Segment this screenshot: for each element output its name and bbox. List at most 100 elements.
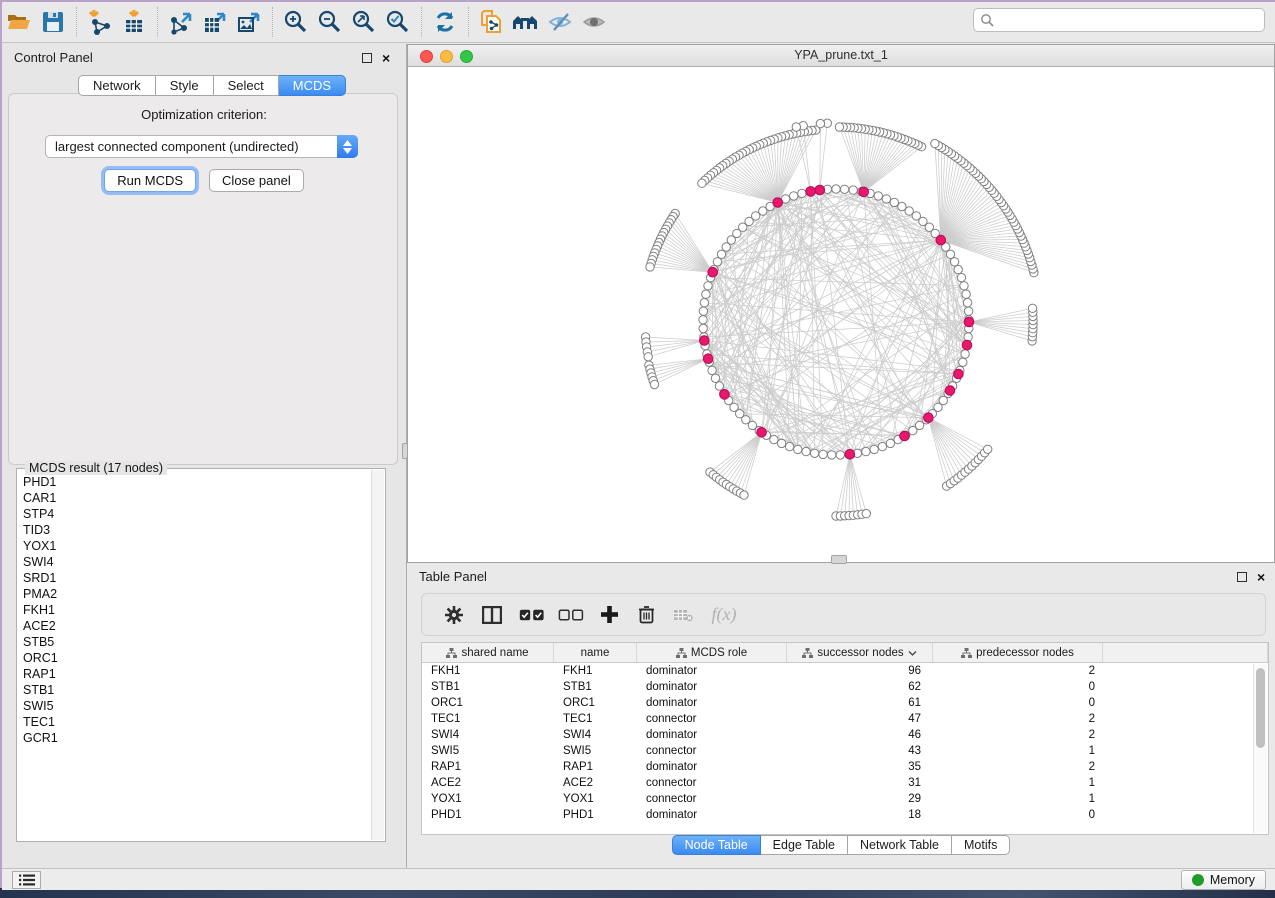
mcds-result-item[interactable]: ORC1 [18, 650, 371, 666]
mcds-result-item[interactable]: ACE2 [18, 618, 371, 634]
network-canvas[interactable] [408, 67, 1274, 563]
table-row[interactable]: ORC1ORC1dominator610 [422, 695, 1268, 711]
table-cell: RAP1 [554, 759, 637, 775]
import-table-icon[interactable] [117, 6, 151, 38]
table-scrollbar-thumb[interactable] [1256, 668, 1265, 748]
mcds-result-item[interactable]: SWI5 [18, 698, 371, 714]
refresh-icon[interactable] [428, 6, 462, 38]
copy-share-icon[interactable] [475, 6, 509, 38]
close-table-panel-icon[interactable]: × [1257, 572, 1265, 582]
close-panel-button[interactable]: Close panel [209, 169, 304, 192]
tab-select[interactable]: Select [214, 75, 279, 96]
table-row[interactable]: SWI4SWI4dominator462 [422, 727, 1268, 743]
delete-table-icon-disabled [665, 599, 701, 631]
mcds-result-item[interactable]: GCR1 [18, 730, 371, 746]
table-row[interactable]: PHD1PHD1dominator180 [422, 807, 1268, 823]
network-window-title: YPA_prune.txt_1 [408, 48, 1274, 62]
close-panel-icon[interactable]: × [382, 53, 390, 63]
table-cell [1103, 679, 1268, 695]
table-cell: ORC1 [422, 695, 554, 711]
table-cell: STB1 [422, 679, 554, 695]
list-icon [19, 874, 35, 886]
first-neighbors-icon[interactable] [509, 6, 543, 38]
mcds-list-scrollbar[interactable] [371, 470, 384, 840]
table-row[interactable]: RAP1RAP1dominator352 [422, 759, 1268, 775]
tab-edge-table[interactable]: Edge Table [761, 835, 848, 855]
column-header-name[interactable]: name [554, 643, 637, 662]
export-network-icon[interactable] [164, 6, 198, 38]
zoom-in-icon[interactable] [279, 6, 313, 38]
column-header-successor-nodes[interactable]: successor nodes [787, 643, 933, 662]
table-row[interactable]: FKH1FKH1dominator962 [422, 663, 1268, 679]
mcds-result-item[interactable]: STB1 [18, 682, 371, 698]
export-image-icon[interactable] [232, 6, 266, 38]
mcds-result-item[interactable]: STP4 [18, 506, 371, 522]
column-header-MCDS-role[interactable]: MCDS role [637, 643, 787, 662]
mcds-result-item[interactable]: YOX1 [18, 538, 371, 554]
export-table-icon[interactable] [198, 6, 232, 38]
table-cell [1103, 695, 1268, 711]
table-cell: YOX1 [554, 791, 637, 807]
table-divider-handle[interactable] [831, 555, 847, 564]
tab-style[interactable]: Style [156, 75, 214, 96]
import-network-icon[interactable] [83, 6, 117, 38]
mcds-result-item[interactable]: RAP1 [18, 666, 371, 682]
tab-motifs[interactable]: Motifs [952, 835, 1010, 855]
select-all-icon[interactable] [512, 599, 552, 631]
mcds-result-item[interactable]: SRD1 [18, 570, 371, 586]
table-cell: 35 [787, 759, 933, 775]
float-panel-icon[interactable] [362, 53, 372, 63]
table-cell: 96 [787, 663, 933, 679]
show-all-eye-icon[interactable] [577, 6, 611, 38]
create-column-plus-icon[interactable] [590, 599, 628, 631]
table-scrollbar[interactable] [1253, 664, 1267, 833]
control-panel-tabs: Network Style Select MCDS [78, 75, 346, 96]
tab-network-table[interactable]: Network Table [848, 835, 952, 855]
column-header-shared-name[interactable]: shared name [422, 643, 554, 662]
table-row[interactable]: SWI5SWI5connector431 [422, 743, 1268, 759]
mcds-result-item[interactable]: SWI4 [18, 554, 371, 570]
open-file-icon[interactable] [2, 6, 36, 38]
search-box[interactable] [973, 8, 1265, 32]
table-row[interactable]: STB1STB1dominator620 [422, 679, 1268, 695]
deselect-all-icon[interactable] [552, 599, 590, 631]
table-row[interactable]: YOX1YOX1connector291 [422, 791, 1268, 807]
mcds-result-item[interactable]: CAR1 [18, 490, 371, 506]
toolbar-separator [76, 7, 77, 37]
table-row[interactable]: TEC1TEC1connector472 [422, 711, 1268, 727]
mcds-result-list[interactable]: PHD1CAR1STP4TID3YOX1SWI4SRD1PMA2FKH1ACE2… [18, 470, 371, 840]
run-mcds-button[interactable]: Run MCDS [104, 169, 196, 192]
hide-selected-eye-icon[interactable] [543, 6, 577, 38]
table-cell: 46 [787, 727, 933, 743]
mcds-result-item[interactable]: TEC1 [18, 714, 371, 730]
zoom-selected-icon[interactable] [381, 6, 415, 38]
table-cell: YOX1 [422, 791, 554, 807]
tree-column-icon [802, 648, 813, 658]
tab-network[interactable]: Network [78, 75, 156, 96]
tab-node-table[interactable]: Node Table [672, 835, 761, 855]
column-header-predecessor-nodes[interactable]: predecessor nodes [933, 643, 1103, 662]
tab-mcds[interactable]: MCDS [279, 75, 346, 96]
column-header-filler [1103, 643, 1268, 662]
table-cell: SWI4 [422, 727, 554, 743]
table-row[interactable]: ACE2ACE2connector311 [422, 775, 1268, 791]
save-icon[interactable] [36, 6, 70, 38]
optimization-criterion-dropdown[interactable]: largest connected component (undirected) [45, 135, 358, 158]
mcds-result-item[interactable]: PHD1 [18, 474, 371, 490]
table-settings-gear-icon[interactable] [436, 599, 472, 631]
delete-column-trash-icon[interactable] [628, 599, 665, 631]
table-cell: PHD1 [422, 807, 554, 823]
toggle-panel-columns-icon[interactable] [472, 599, 512, 631]
task-history-button[interactable] [12, 871, 41, 889]
search-input[interactable] [995, 13, 1264, 27]
float-table-panel-icon[interactable] [1237, 572, 1247, 582]
memory-button[interactable]: Memory [1181, 870, 1266, 890]
zoom-out-icon[interactable] [313, 6, 347, 38]
mcds-result-item[interactable]: TID3 [18, 522, 371, 538]
node-table-header: shared namenameMCDS rolesuccessor nodesp… [422, 643, 1268, 663]
mcds-result-item[interactable]: STB5 [18, 634, 371, 650]
network-window-titlebar[interactable]: YPA_prune.txt_1 [408, 45, 1274, 67]
mcds-result-item[interactable]: FKH1 [18, 602, 371, 618]
zoom-fit-icon[interactable] [347, 6, 381, 38]
mcds-result-item[interactable]: PMA2 [18, 586, 371, 602]
